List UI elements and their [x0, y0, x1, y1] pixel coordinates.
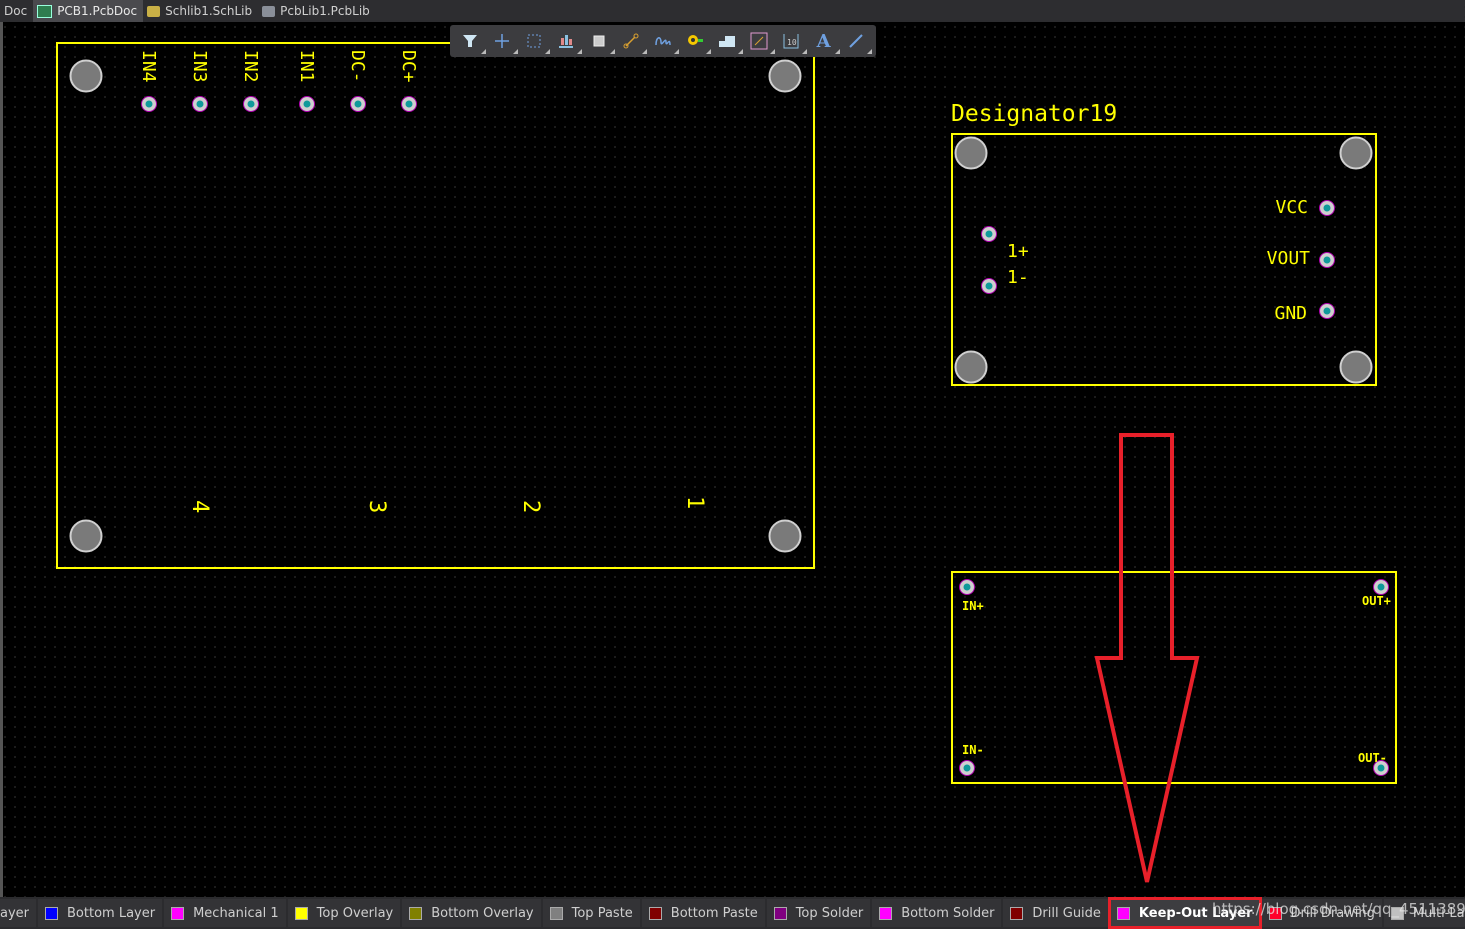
layer-label: Bottom Paste: [670, 905, 758, 921]
dimension-icon[interactable]: 10: [778, 28, 808, 54]
filter-icon[interactable]: [457, 28, 487, 54]
pad[interactable]: [959, 579, 975, 595]
pin-label: IN4: [138, 50, 159, 83]
layer-tab-bottom-layer[interactable]: Bottom Layer: [38, 899, 163, 927]
layer-color-swatch: [1010, 906, 1024, 920]
route-icon[interactable]: [618, 28, 647, 54]
designator-label: Designator19: [951, 101, 1117, 127]
pad[interactable]: [981, 278, 997, 294]
layer-tab-top-overlay[interactable]: Top Overlay: [287, 899, 401, 927]
layer-color-swatch: [409, 906, 423, 920]
layer-tab-bottom-paste[interactable]: Bottom Paste: [641, 899, 765, 927]
pin-label: 1-: [1007, 267, 1029, 288]
component-2[interactable]: Designator19 VCC VOUT GND 1+ 1-: [951, 101, 1377, 386]
layer-tab-top-paste[interactable]: Top Paste: [542, 899, 640, 927]
pin-number: 1: [682, 496, 707, 509]
layer-color-swatch: [45, 906, 59, 920]
pad[interactable]: [959, 760, 975, 776]
pad[interactable]: [401, 96, 417, 112]
layer-color-swatch: [879, 906, 893, 920]
layer-color-swatch: [294, 906, 308, 920]
pad[interactable]: [243, 96, 259, 112]
pin-number: 3: [364, 500, 389, 513]
fill-icon[interactable]: [714, 28, 744, 54]
mount-hole: [768, 519, 802, 553]
component-icon[interactable]: [586, 28, 615, 54]
pad[interactable]: [1319, 252, 1335, 268]
pad[interactable]: [299, 96, 315, 112]
layer-label: Bottom Layer: [67, 905, 156, 921]
mount-hole: [1339, 136, 1373, 170]
layer-label: Top Paste: [571, 905, 633, 921]
component-1[interactable]: IN4 IN3 IN2 IN1 DC- DC+ 4 3 2 1: [56, 42, 815, 569]
mount-hole: [69, 519, 103, 553]
watermark: https://blog.csdn.net/qq_45113890: [1212, 900, 1465, 918]
layer-label: Mechanical 1: [193, 905, 279, 921]
layer-color-swatch: [648, 906, 662, 920]
pad[interactable]: [981, 226, 997, 242]
pin-number: 2: [518, 500, 543, 513]
layer-color-swatch: [773, 906, 787, 920]
pad[interactable]: [350, 96, 366, 112]
layer-label: Bottom Solder: [901, 905, 995, 921]
mount-hole: [954, 350, 988, 384]
select-rect-icon[interactable]: [521, 28, 551, 54]
layer-tab-top-solder[interactable]: Top Solder: [766, 899, 871, 927]
mount-hole: [1339, 350, 1373, 384]
active-bar-toolbar: 10 A: [450, 25, 876, 57]
pin-label: GND: [1274, 303, 1307, 324]
layer-label: Top Overlay: [316, 905, 394, 921]
pcb-drawing: IN4 IN3 IN2 IN1 DC- DC+ 4 3 2 1 Designat…: [56, 42, 1397, 883]
layer-label: Bottom Overlay: [431, 905, 534, 921]
pin-label: 1+: [1007, 241, 1029, 262]
component-1-outline: [56, 42, 815, 569]
pin-label: VOUT: [1267, 248, 1311, 269]
interactive-route-icon[interactable]: [746, 28, 776, 54]
layer-tab-drill-guide[interactable]: Drill Guide: [1003, 899, 1108, 927]
pin-label: OUT+: [1362, 594, 1391, 608]
mount-hole: [954, 136, 988, 170]
pin-number: 4: [187, 500, 212, 513]
layer-tab-mechanical-1[interactable]: Mechanical 1: [164, 899, 286, 927]
pin-label: IN2: [240, 50, 261, 83]
pin-label: IN+: [962, 599, 984, 613]
layer-label: Top Solder: [795, 905, 864, 921]
mount-hole: [768, 59, 802, 93]
pad[interactable]: [1319, 303, 1335, 319]
diff-pair-icon[interactable]: [650, 28, 679, 54]
layer-color-swatch: [171, 906, 185, 920]
pin-label: IN-: [962, 743, 984, 757]
pad[interactable]: [1319, 200, 1335, 216]
crosshair-icon[interactable]: [489, 28, 519, 54]
pin-label: VCC: [1275, 197, 1308, 218]
layer-tab-partial[interactable]: ayer: [0, 899, 37, 927]
pin-label: DC+: [398, 50, 419, 83]
pad[interactable]: [141, 96, 157, 112]
pad[interactable]: [1373, 579, 1389, 595]
layer-label: Drill Guide: [1032, 905, 1101, 921]
layer-color-swatch: [549, 906, 563, 920]
layer-color-swatch: [1116, 906, 1130, 920]
pin-label: IN3: [189, 50, 210, 83]
pin-label: OUT-: [1358, 751, 1387, 765]
line-icon[interactable]: [843, 28, 872, 54]
pad[interactable]: [192, 96, 208, 112]
mount-hole: [69, 59, 103, 93]
layer-tab-bottom-solder[interactable]: Bottom Solder: [872, 899, 1002, 927]
svg-text:10: 10: [787, 38, 797, 47]
pin-label: DC-: [347, 50, 368, 83]
text-icon[interactable]: A: [811, 28, 840, 54]
pin-label: IN1: [296, 50, 317, 83]
layer-tab-bottom-overlay[interactable]: Bottom Overlay: [402, 899, 541, 927]
align-icon[interactable]: [553, 28, 583, 54]
red-arrow-annotation: [1094, 433, 1200, 883]
pad-via-icon[interactable]: [682, 28, 712, 54]
